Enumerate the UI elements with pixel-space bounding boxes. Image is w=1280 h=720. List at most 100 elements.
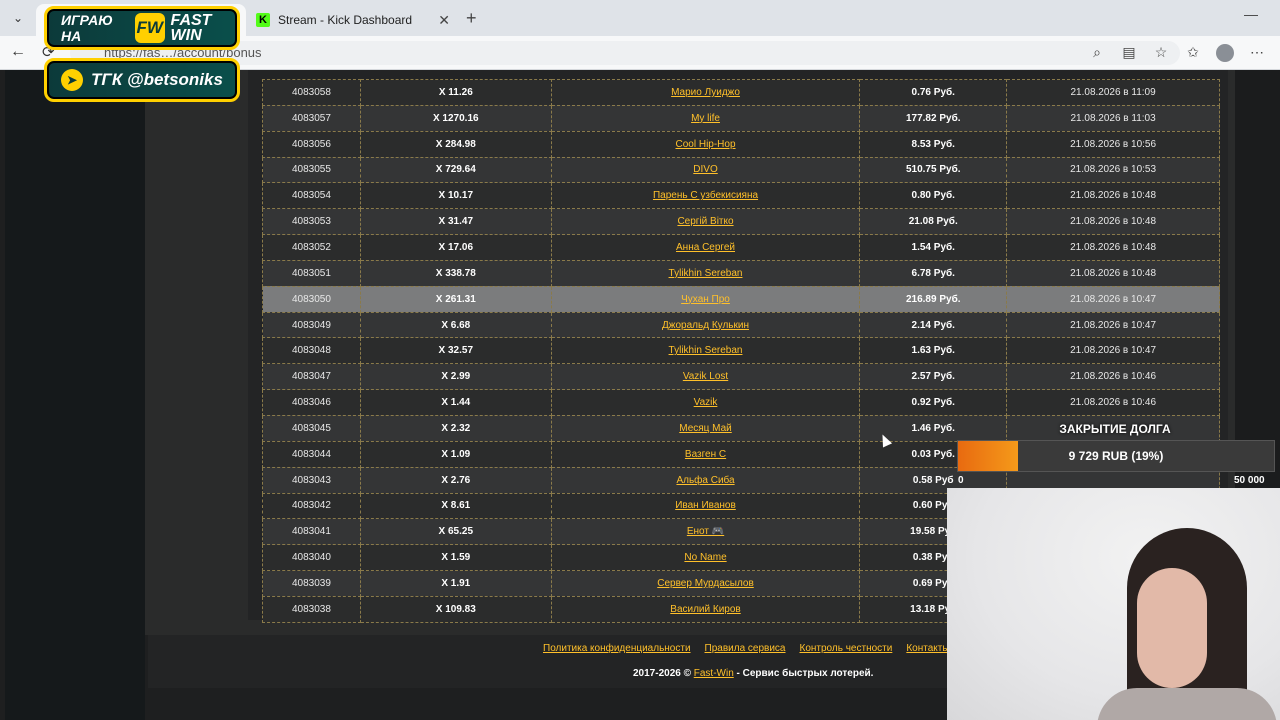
row-id-cell: 4083048 [262,337,361,365]
row-multiplier-cell: X 1.59 [359,544,552,572]
row-amount-cell: 1.54 Руб. [859,234,1008,261]
row-id-cell: 4083039 [262,570,361,597]
username-link[interactable]: Анна Сергей [676,242,735,253]
table-row: 4083056 X 284.98 Cool Hip-Hop 8.53 Руб. 21.0… [262,130,1220,158]
fast-win-logo-icon: FW [135,13,165,43]
row-username-cell: Енот 🎮 [550,518,861,546]
zoom-icon[interactable]: ⌕ [1088,44,1106,62]
row-username-cell: DIVO [550,156,861,184]
username-link[interactable]: Сергій Вітко [677,216,733,227]
username-link[interactable]: Vazik Lost [683,371,728,382]
table-row: 4083050 X 261.31 Чухан Про 216.89 Руб. 21.08… [262,285,1220,313]
username-link[interactable]: Vazik [694,397,718,408]
table-row: 4083046 X 1.44 Vazik 0.92 Руб. 21.08.2026 в … [262,389,1220,416]
username-link[interactable]: Альфа Сиба [676,475,734,486]
row-multiplier-cell: X 2.99 [359,363,552,391]
username-link[interactable]: Иван Иванов [675,500,736,511]
close-tab-icon[interactable]: ✕ [438,12,450,29]
row-multiplier-cell: X 10.17 [359,182,552,210]
row-multiplier-cell: X 284.98 [359,130,552,158]
row-id-cell: 4083043 [262,466,361,494]
row-multiplier-cell: X 32.57 [359,337,552,365]
table-row: 4083047 X 2.99 Vazik Lost 2.57 Руб. 21.08.20… [262,363,1220,391]
fast-win-brand-text: FAST WIN [170,12,212,44]
favorites-list-icon[interactable]: ✩ [1184,44,1202,62]
row-id-cell: 4083045 [262,414,361,442]
username-link[interactable]: Марио Луиджо [671,87,740,98]
row-multiplier-cell: X 31.47 [359,208,552,236]
row-username-cell: Альфа Сиба [550,466,861,494]
tab-list-button[interactable]: ⌄ [4,6,32,30]
more-menu-icon[interactable]: ⋯ [1248,44,1266,62]
service-rules-link[interactable]: Правила сервиса [705,643,786,654]
row-date-cell: 21.08.2026 в 10:48 [1006,208,1220,236]
privacy-policy-link[interactable]: Политика конфиденциальности [543,643,691,654]
row-date-cell: 21.08.2026 в 10:48 [1006,234,1220,261]
username-link[interactable]: Сервер Мурдасылов [657,578,754,589]
new-tab-button[interactable]: + [466,8,477,29]
overlay-play-text: ИГРАЮ НА [61,12,113,44]
footer-links: Политика конфиденциальности Правила серв… [543,643,950,654]
kick-favicon-icon: K [256,13,270,27]
table-row: 4083058 X 11.26 Марио Луиджо 0.76 Руб. 21.08… [262,79,1220,106]
row-username-cell: Месяц Май [550,414,861,442]
row-date-cell: 21.08.2026 в 10:47 [1006,337,1220,365]
username-link[interactable]: No Name [684,552,726,563]
row-multiplier-cell: X 17.06 [359,234,552,261]
row-username-cell: Василий Киров [550,595,861,623]
username-link[interactable]: Джоральд Кулькин [662,320,749,331]
username-link[interactable]: Tylikhin Sereban [669,345,743,356]
row-multiplier-cell: X 2.32 [359,414,552,442]
row-amount-cell: 6.78 Руб. [859,259,1008,287]
row-id-cell: 4083056 [262,130,361,158]
row-date-cell: 21.08.2026 в 10:46 [1006,363,1220,391]
table-row: 4083055 X 729.64 DIVO 510.75 Руб. 21.08.2026… [262,156,1220,184]
row-date-cell: 21.08.2026 в 10:56 [1006,130,1220,158]
row-username-cell: No Name [550,544,861,572]
telegram-icon: ➤ [61,69,83,91]
row-amount-cell: 2.57 Руб. [859,363,1008,391]
back-arrow-icon[interactable]: ← [10,43,26,61]
table-row: 4083054 X 10.17 Парень С узбекисияна 0.80 Р… [262,182,1220,210]
username-link[interactable]: Василий Киров [670,604,740,615]
table-row: 4083057 X 1270.16 My life 177.82 Руб. 21.08.… [262,104,1220,132]
username-link[interactable]: My life [691,113,720,124]
profile-avatar[interactable] [1216,44,1234,62]
contacts-link[interactable]: Контакты [906,643,949,654]
debt-progress-bar: 9 729 RUB (19%) [957,440,1275,472]
username-link[interactable]: Парень С узбекисияна [653,190,758,201]
row-id-cell: 4083042 [262,492,361,520]
username-link[interactable]: Вазген С [685,449,726,460]
row-username-cell: Tylikhin Sereban [550,259,861,287]
row-id-cell: 4083046 [262,389,361,416]
username-link[interactable]: Енот 🎮 [687,526,724,537]
fast-win-link[interactable]: Fast-Win [694,668,734,679]
row-username-cell: Чухан Про [550,285,861,313]
row-username-cell: Cool Hip-Hop [550,130,861,158]
row-username-cell: Парень С узбекисияна [550,182,861,210]
tab-label: Stream - Kick Dashboard [278,13,413,27]
table-row: 4083048 X 32.57 Tylikhin Sereban 1.63 Руб. 2… [262,337,1220,365]
row-amount-cell: 2.14 Руб. [859,311,1008,339]
username-link[interactable]: Tylikhin Sereban [669,268,743,279]
row-multiplier-cell: X 1.91 [359,570,552,597]
username-link[interactable]: DIVO [693,164,717,175]
row-id-cell: 4083050 [262,285,361,313]
username-link[interactable]: Cool Hip-Hop [676,139,736,150]
reader-mode-icon[interactable]: ▤ [1120,44,1138,62]
username-link[interactable]: Чухан Про [681,294,730,305]
row-date-cell: 21.08.2026 в 11:03 [1006,104,1220,132]
username-link[interactable]: Месяц Май [679,423,732,434]
left-panel [5,70,145,720]
row-username-cell: My life [550,104,861,132]
row-multiplier-cell: X 65.25 [359,518,552,546]
row-date-cell: 21.08.2026 в 10:53 [1006,156,1220,184]
minimize-window-button[interactable]: — [1244,6,1258,22]
fairness-control-link[interactable]: Контроль честности [800,643,893,654]
table-row: 4083053 X 31.47 Сергій Вітко 21.08 Руб. 21.0… [262,208,1220,236]
row-amount-cell: 1.63 Руб. [859,337,1008,365]
tab-kick-dashboard[interactable]: K Stream - Kick Dashboard ✕ [246,4,460,36]
row-id-cell: 4083040 [262,544,361,572]
row-username-cell: Vazik Lost [550,363,861,391]
favorite-star-icon[interactable]: ☆ [1152,44,1170,62]
